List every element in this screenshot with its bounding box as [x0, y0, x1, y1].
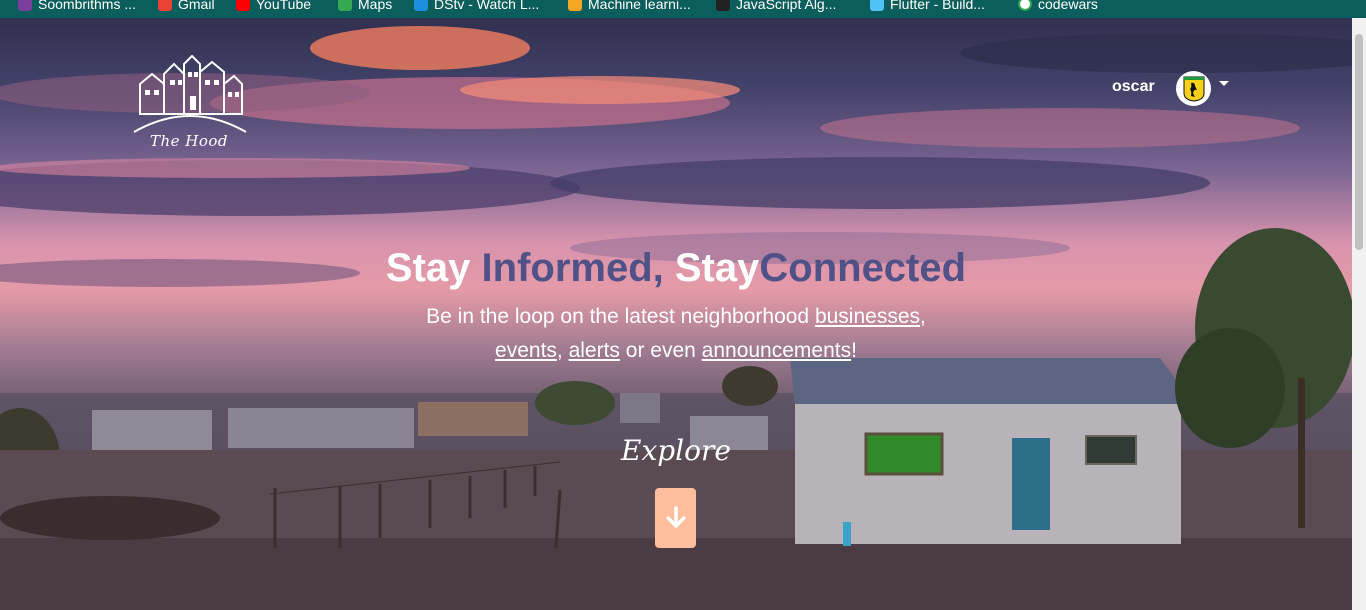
announcements-link[interactable]: announcements	[702, 339, 851, 362]
the-hood-logo-icon[interactable]	[130, 44, 250, 140]
headline-part-stay-2: Stay	[674, 246, 760, 290]
arrow-down-icon	[665, 506, 686, 528]
events-link[interactable]: events	[495, 339, 557, 362]
tagline-intro: Be in the loop on the latest neighborhoo…	[426, 305, 815, 328]
bookmarks-bar: Soombrithms ... Gmail YouTube Maps DStv …	[0, 0, 1366, 18]
tagline-or-even: or even	[619, 339, 702, 362]
ferrari-shield-icon	[1183, 76, 1204, 102]
hero-section: The Hood oscar Stay Informed, StayConnec…	[0, 18, 1352, 610]
tagline-exclamation: !	[851, 339, 857, 362]
page-scrollbar[interactable]	[1352, 18, 1366, 610]
bookmark-label: Flutter - Build...	[890, 0, 985, 12]
codewars-icon	[1018, 0, 1032, 11]
headline-part-informed: Informed,	[481, 246, 675, 290]
headline-part-connected: Connected	[759, 246, 967, 290]
bookmark-youtube[interactable]: YouTube	[236, 0, 311, 14]
bookmark-label: codewars	[1038, 0, 1098, 12]
explore-button[interactable]	[655, 488, 696, 548]
logo-text: The Hood	[149, 132, 229, 150]
bookmark-soombrithms[interactable]: Soombrithms ...	[18, 0, 136, 14]
explore-label: Explore	[621, 434, 731, 467]
hero-tagline: Be in the loop on the latest neighborhoo…	[376, 300, 976, 368]
bookmark-label: YouTube	[256, 0, 312, 12]
bookmark-codewars[interactable]: codewars	[1018, 0, 1098, 14]
tagline-comma: ,	[920, 305, 926, 328]
username-link[interactable]: oscar	[1112, 78, 1155, 96]
bookmark-label: Maps	[358, 0, 393, 12]
bookmark-machine-learning[interactable]: Machine learni...	[568, 0, 691, 14]
youtube-icon	[236, 0, 250, 11]
bookmark-maps[interactable]: Maps	[338, 0, 392, 14]
headline-part-stay: Stay	[385, 246, 482, 290]
flutter-icon	[870, 0, 884, 11]
alerts-link[interactable]: alerts	[569, 339, 620, 362]
user-menu-caret-icon[interactable]	[1219, 81, 1229, 86]
hero-headline: Stay Informed, StayConnected	[0, 246, 1352, 291]
code-icon	[716, 0, 730, 11]
dstv-icon	[414, 0, 428, 11]
bookmark-flutter[interactable]: Flutter - Build...	[870, 0, 985, 14]
bookmark-javascript[interactable]: JavaScript Alg...	[716, 0, 836, 14]
bookmark-label: Gmail	[178, 0, 215, 12]
user-avatar[interactable]	[1176, 71, 1211, 106]
bookmark-gmail[interactable]: Gmail	[158, 0, 215, 14]
bookmark-label: JavaScript Alg...	[736, 0, 837, 12]
ml-icon	[568, 0, 582, 11]
bookmark-label: DStv - Watch L...	[434, 0, 540, 12]
music-icon	[18, 0, 32, 11]
bookmark-label: Soombrithms ...	[38, 0, 137, 12]
businesses-link[interactable]: businesses	[815, 305, 920, 328]
tagline-comma: ,	[556, 339, 569, 362]
scrollbar-thumb[interactable]	[1355, 34, 1363, 250]
bookmark-dstv[interactable]: DStv - Watch L...	[414, 0, 539, 14]
bookmark-label: Machine learni...	[588, 0, 691, 12]
gmail-icon	[158, 0, 172, 11]
maps-icon	[338, 0, 352, 11]
